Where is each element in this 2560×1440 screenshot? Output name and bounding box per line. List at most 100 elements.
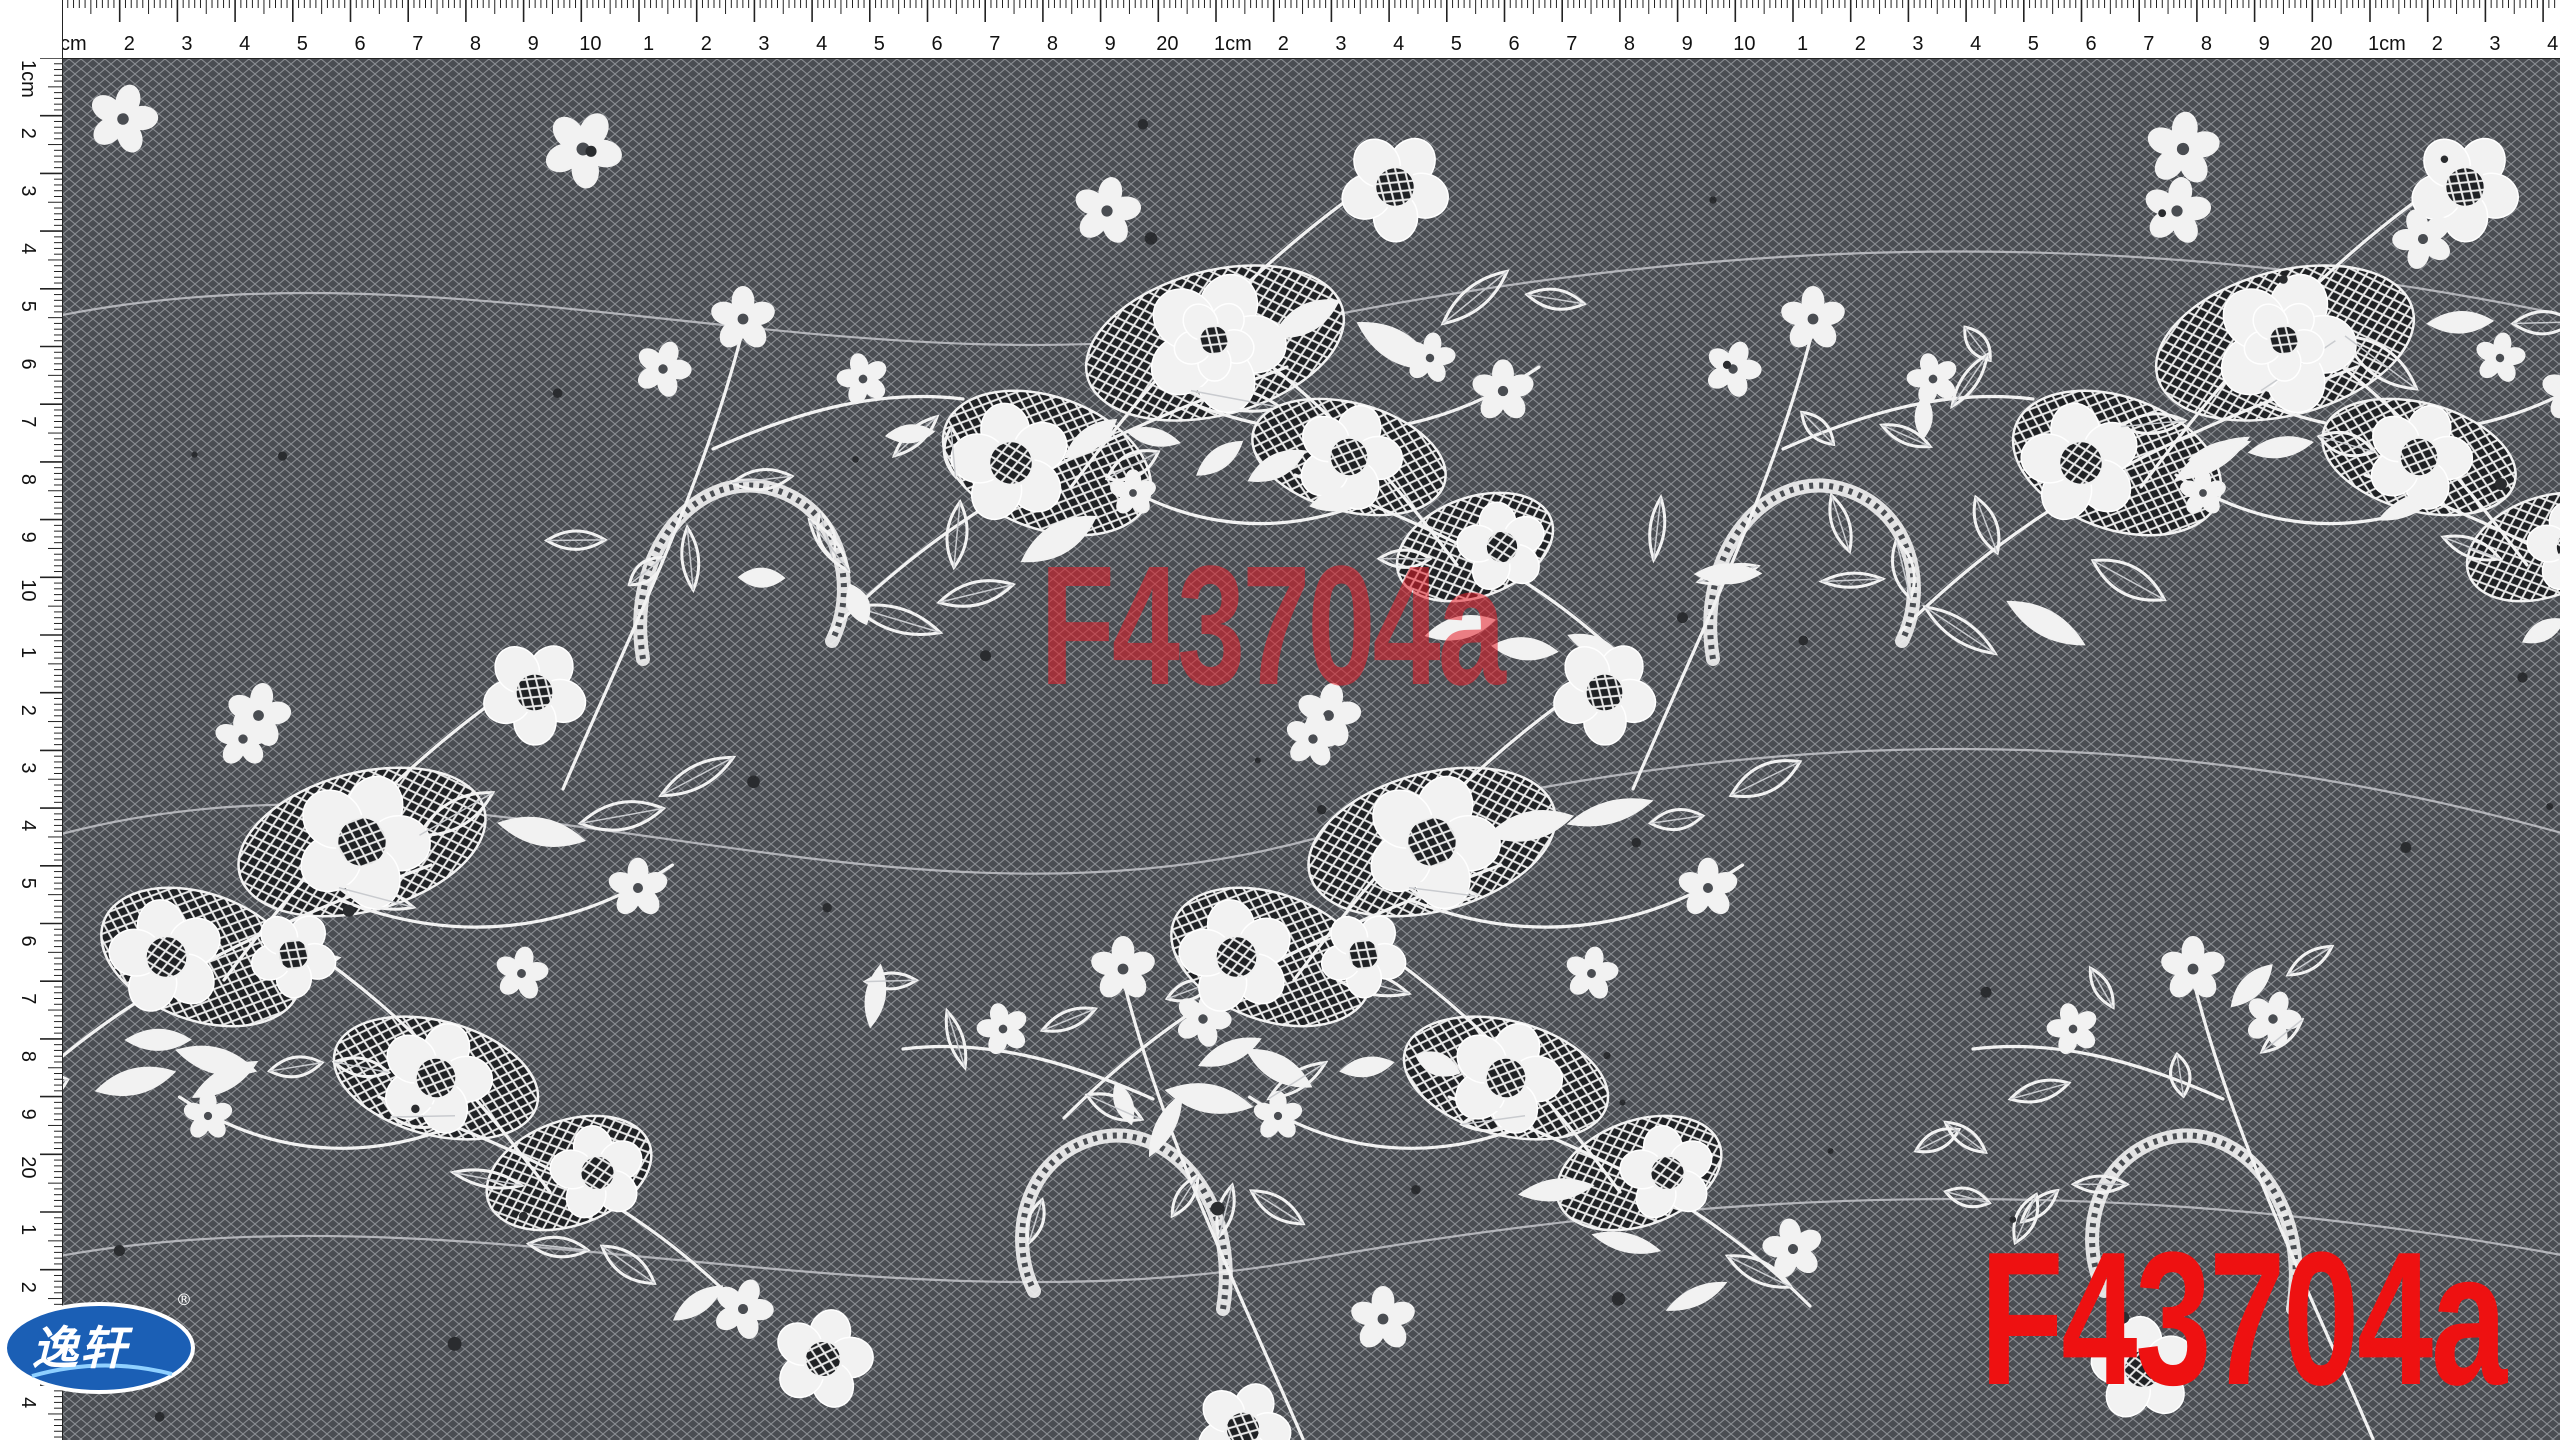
ruler-top-label: 6 (355, 33, 366, 55)
ruler-top-label: 7 (1566, 33, 1577, 55)
lace-eyelet (1210, 1201, 1225, 1216)
lace-eyelet (2400, 842, 2412, 854)
ruler-top-label: 6 (932, 33, 943, 55)
lace-eyelet (822, 903, 832, 913)
ruler-top-label: 4 (1970, 33, 1981, 55)
ruler-top-label: 5 (874, 33, 885, 55)
lace-eyelet (1411, 1185, 1421, 1195)
ruler-left-label: 5 (17, 301, 39, 312)
ruler-left-label: 1 (17, 1224, 39, 1235)
lace-eyelet (585, 145, 597, 157)
ruler-top-label: 3 (1912, 33, 1923, 55)
lace-eyelet (2440, 155, 2449, 163)
brand-logo: 逸轩 ® (2, 1290, 196, 1396)
ruler-left-label: 9 (17, 532, 39, 543)
lace-eyelet (411, 1104, 420, 1114)
pattern-code-label: F43704a (1980, 1213, 2507, 1425)
lace-eyelet (1611, 1292, 1626, 1306)
ruler-left-label: 8 (17, 474, 39, 485)
ruler-left-label: 4 (17, 1397, 39, 1408)
lace-eyelet (1980, 986, 1992, 998)
ruler-top-label: 8 (2201, 33, 2212, 55)
lace-eyelet (1722, 360, 1732, 369)
lace-eyelet (191, 451, 198, 458)
ruler-left-label: 6 (17, 936, 39, 947)
ruler-left-label: 4 (17, 820, 39, 831)
ruler-top-label: 10 (1733, 33, 1755, 55)
ruler-left-label: 2 (17, 128, 39, 139)
ruler-corner (0, 0, 62, 58)
leaf-vein (546, 539, 605, 542)
ruler-top-label: 7 (2143, 33, 2154, 55)
ruler-left-label: 20 (17, 1156, 39, 1178)
lace-eyelet (852, 456, 859, 463)
ruler-left-label: 2 (17, 1282, 39, 1293)
ruler-top-label: cm (60, 33, 87, 55)
ruler-top-label: 3 (2489, 33, 2500, 55)
ruler-top-label: 1 (1797, 33, 1808, 55)
flower-center (737, 313, 749, 325)
ruler-left-label: 4 (17, 243, 39, 254)
ruler-top-label: 8 (1047, 33, 1058, 55)
ruler-top-label: 7 (412, 33, 423, 55)
ruler-top-label: 2 (2432, 33, 2443, 55)
ruler-top-label: 5 (2028, 33, 2039, 55)
lace-eyelet (2517, 672, 2528, 683)
lace-eyelet (979, 650, 992, 662)
lace-eyelet (1137, 119, 1149, 130)
flower-center (238, 734, 248, 744)
ruler-top-label: 7 (989, 33, 1000, 55)
ruler-top-label: 1 (643, 33, 654, 55)
lace-eyelet (2158, 209, 2167, 218)
ruler-left-label: 3 (17, 762, 39, 773)
ruler-top-label: 4 (239, 33, 250, 55)
ruler-left-label: 8 (17, 1051, 39, 1062)
lace-eyelet (113, 1244, 126, 1257)
ruler-top-label: 2 (1855, 33, 1866, 55)
lace-eyelet (154, 1411, 165, 1422)
ruler-top-label: 6 (1509, 33, 1520, 55)
lace-eyelet (747, 775, 760, 789)
ruler-top-label: 5 (1451, 33, 1462, 55)
lace-eyelet (1798, 635, 1809, 646)
ruler-top-label: 2 (701, 33, 712, 55)
ruler-top-label: 1cm (2368, 33, 2406, 55)
ruler-left-label: 10 (17, 579, 39, 601)
lace-eyelet (342, 904, 355, 917)
ruler-top-label: 4 (2547, 33, 2558, 55)
lace-eyelet (552, 388, 563, 399)
ruler-top-label: 20 (2310, 33, 2332, 55)
ruler-top-label: 9 (528, 33, 539, 55)
ruler-left-label: 3 (17, 185, 39, 196)
lace-eyelet (1827, 1147, 1834, 1155)
flower-center (2199, 489, 2207, 497)
ruler-top-label: 3 (758, 33, 769, 55)
flower-center (203, 1111, 213, 1121)
ruler-top-label: 9 (1105, 33, 1116, 55)
ruler-top-label: 1cm (1214, 33, 1252, 55)
ruler-top-label: 9 (2259, 33, 2270, 55)
lace-eyelet (2494, 478, 2507, 491)
brand-logo-wordmark: 逸轩 (32, 1321, 128, 1375)
flower-center (1703, 883, 1713, 893)
lace-eyelet (447, 1336, 462, 1351)
lace-eyelet (519, 1211, 528, 1221)
ruler-left-label: 1 (17, 647, 39, 658)
lace-eyelet (2279, 275, 2288, 284)
ruler-left-label: 7 (17, 993, 39, 1004)
ruler-top-label: 8 (470, 33, 481, 55)
flower-center (633, 883, 643, 893)
lace-eyelet (1254, 757, 1261, 764)
ruler-top-label: 5 (297, 33, 308, 55)
flower-center (2187, 963, 2199, 975)
lace-eyelet (2546, 802, 2554, 811)
ruler-left-label: 9 (17, 1109, 39, 1120)
ruler-top-label: 4 (1393, 33, 1404, 55)
ruler-left-label: 7 (17, 416, 39, 427)
ruler-top-label: 10 (579, 33, 601, 55)
ruler-left-label: 6 (17, 359, 39, 370)
ruler-top-label: 3 (181, 33, 192, 55)
ruler-left-label: 5 (17, 878, 39, 889)
flower-center (1377, 1313, 1389, 1325)
flower-center (1117, 963, 1129, 975)
